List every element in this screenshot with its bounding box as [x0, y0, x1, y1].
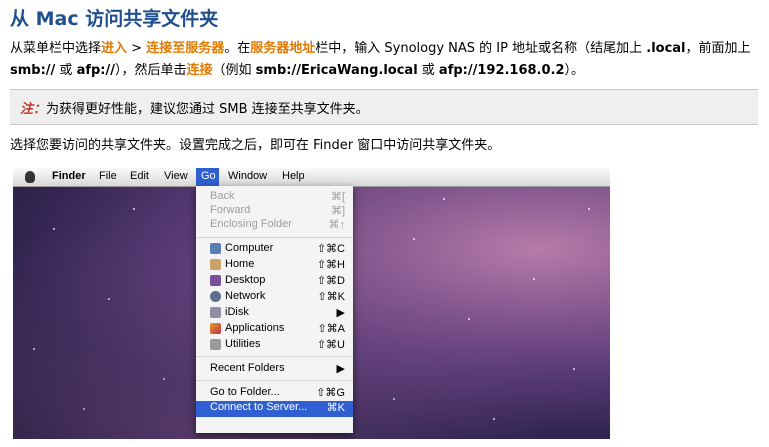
menu-item-shortcut: ⌘K — [326, 402, 345, 414]
menu-item-label: Home — [225, 258, 255, 270]
menu-item-shortcut: ⌘↑ — [328, 219, 346, 231]
menu-item-connect-to-server[interactable]: Connect to Server... ⌘K — [196, 401, 353, 417]
intro-text: ，前面加上 — [685, 41, 751, 56]
menu-item-label: Back — [210, 190, 235, 202]
menu-path-connect: 连接至服务器 — [146, 41, 225, 56]
menu-item-shortcut: ⇧⌘U — [316, 339, 345, 351]
applications-icon — [210, 323, 221, 334]
menu-item-go-to-folder[interactable]: Go to Folder... ⇧⌘G — [196, 386, 353, 400]
menu-item-applications[interactable]: Applications ⇧⌘A — [196, 322, 353, 336]
menu-item-network[interactable]: Network ⇧⌘K — [196, 290, 353, 304]
menu-item-label: Utilities — [225, 338, 261, 350]
menu-item-label: Recent Folders — [210, 362, 285, 374]
smb-prefix: smb:// — [10, 63, 56, 78]
menu-item-shortcut: ⇧⌘D — [316, 275, 345, 287]
computer-icon — [210, 243, 221, 254]
example-afp: afp://192.168.0.2 — [438, 63, 565, 78]
menu-item-label: Network — [225, 290, 266, 302]
menu-item-computer[interactable]: Computer ⇧⌘C — [196, 242, 353, 256]
menu-item-label: Applications — [225, 322, 285, 334]
menu-item-shortcut: ⇧⌘K — [317, 291, 345, 303]
note-box: 注：为获得更好性能，建议您通过 SMB 连接至共享文件夹。 — [10, 89, 758, 125]
intro-text: 栏中，输入 Synology NAS 的 IP 地址或名称（结尾加上 — [315, 41, 647, 56]
menubar-window[interactable]: Window — [228, 170, 267, 182]
intro-text: 。在 — [224, 41, 251, 56]
menu-item-back[interactable]: Back ⌘[ — [196, 190, 353, 204]
menu-item-label: Desktop — [225, 274, 266, 286]
page-title: 从 Mac 访问共享文件夹 — [10, 8, 219, 30]
apple-icon[interactable] — [25, 171, 35, 183]
menubar-view[interactable]: View — [164, 170, 188, 182]
menubar-help[interactable]: Help — [282, 170, 305, 182]
menu-item-label: Computer — [225, 242, 274, 254]
menu-separator — [196, 237, 353, 238]
menu-item-enclosing-folder[interactable]: Enclosing Folder ⌘↑ — [196, 218, 353, 232]
menu-item-shortcut: ⌘[ — [330, 191, 345, 203]
menu-item-utilities[interactable]: Utilities ⇧⌘U — [196, 338, 353, 352]
local-suffix: .local — [646, 41, 686, 56]
menu-item-label: Enclosing Folder — [210, 218, 292, 230]
menu-item-label: Forward — [210, 204, 251, 216]
menu-item-label: Go to Folder... — [210, 386, 280, 398]
menu-item-shortcut: ⇧⌘C — [316, 243, 345, 255]
submenu-arrow-icon: ▶ — [336, 307, 345, 319]
menubar-finder[interactable]: Finder — [52, 170, 86, 182]
finder-go-menu-screenshot: Finder File Edit View Go Window Help Bac… — [13, 168, 610, 439]
menu-item-forward[interactable]: Forward ⌘] — [196, 204, 353, 218]
desktop-icon — [210, 275, 221, 286]
menu-item-idisk[interactable]: iDisk ▶ — [196, 306, 353, 320]
submenu-arrow-icon: ▶ — [336, 363, 345, 375]
example-smb: smb://EricaWang.local — [255, 63, 418, 78]
intro-text: ），然后单击 — [115, 63, 187, 78]
note-text: 为获得更好性能，建议您通过 SMB 连接至共享文件夹。 — [46, 102, 369, 117]
note-label: 注： — [20, 102, 47, 117]
menubar-edit[interactable]: Edit — [130, 170, 149, 182]
intro-text: ）。 — [564, 63, 585, 78]
menu-item-desktop[interactable]: Desktop ⇧⌘D — [196, 274, 353, 288]
menu-path-go: 进入 — [101, 41, 128, 56]
network-icon — [210, 291, 221, 302]
menu-item-home[interactable]: Home ⇧⌘H — [196, 258, 353, 272]
menu-item-shortcut: ⇧⌘A — [317, 323, 345, 335]
menu-item-shortcut: ⌘] — [330, 205, 345, 217]
intro-text: （例如 — [212, 63, 256, 78]
afp-prefix: afp:// — [76, 63, 115, 78]
menu-item-recent-folders[interactable]: Recent Folders ▶ — [196, 362, 353, 376]
menu-separator — [196, 356, 353, 357]
menu-item-shortcut: ⇧⌘G — [316, 387, 345, 399]
utilities-icon — [210, 339, 221, 350]
menu-path-separator: > — [127, 41, 147, 56]
intro-text: 从菜单栏中选择 — [10, 41, 102, 56]
intro-paragraph: 从菜单栏中选择进入 > 连接至服务器。在服务器地址栏中，输入 Synology … — [10, 38, 760, 82]
connect-button-term: 连接 — [186, 63, 213, 78]
go-menu-dropdown: Back ⌘[ Forward ⌘] Enclosing Folder ⌘↑ C… — [196, 186, 353, 433]
idisk-icon — [210, 307, 221, 318]
menu-item-label: Connect to Server... — [210, 401, 308, 413]
server-address-term: 服务器地址 — [250, 41, 316, 56]
home-icon — [210, 259, 221, 270]
instruction-text: 选择您要访问的共享文件夹。设置完成之后，即可在 Finder 窗口中访问共享文件… — [10, 138, 501, 153]
intro-text: 或 — [417, 63, 439, 78]
menu-item-label: iDisk — [225, 306, 249, 318]
menubar-file[interactable]: File — [99, 170, 117, 182]
menubar-go[interactable]: Go — [201, 170, 216, 182]
menu-item-shortcut: ⇧⌘H — [316, 259, 345, 271]
mac-menubar: Finder File Edit View Go Window Help — [13, 168, 610, 187]
menu-separator — [196, 380, 353, 381]
intro-text: 或 — [55, 63, 77, 78]
